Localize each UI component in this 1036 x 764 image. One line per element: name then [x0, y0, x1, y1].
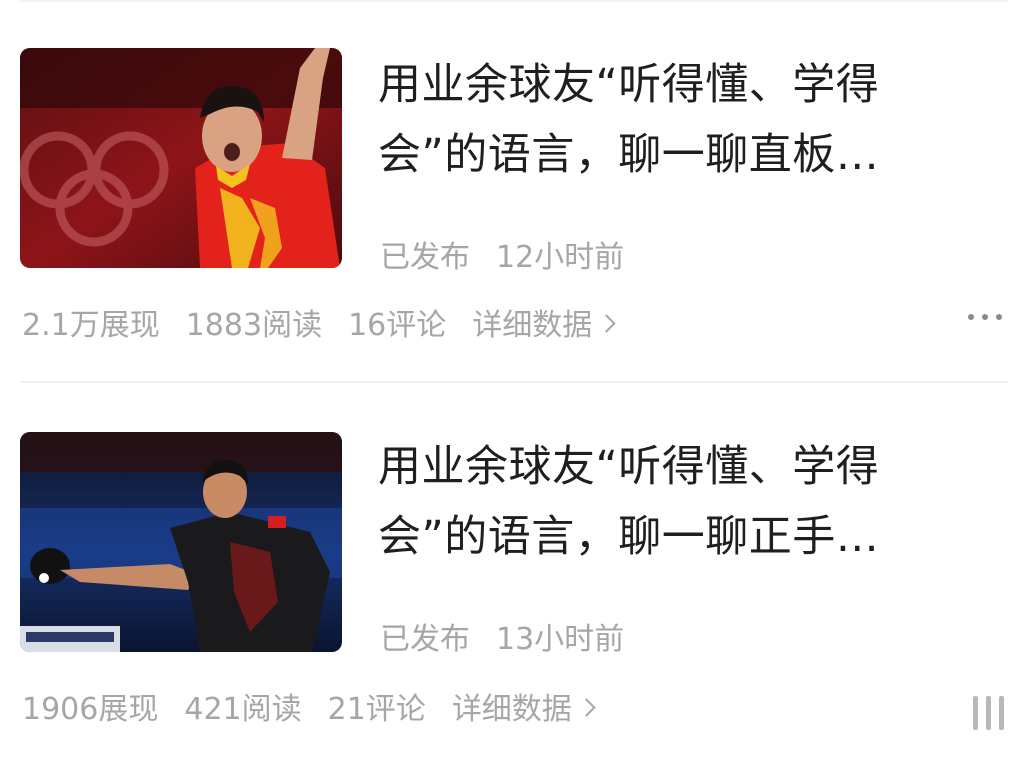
- details-link[interactable]: 详细数据: [451, 684, 596, 728]
- impressions-count: 1906展现: [22, 692, 159, 727]
- article-card[interactable]: 用业余球友“听得懂、学得 会”的语言，聊一聊正手… 已发布 13小时前 1906展…: [0, 384, 1036, 764]
- details-link-label: 详细数据: [451, 692, 572, 727]
- comments-count: 16评论: [348, 308, 447, 343]
- reads-count: 421阅读: [184, 692, 302, 727]
- article-stats: 2.1万展现 1883阅读 16评论 详细数据: [22, 300, 616, 344]
- article-title[interactable]: 用业余球友“听得懂、学得 会”的语言，聊一聊直板…: [378, 50, 978, 190]
- article-title-line: 用业余球友“听得懂、学得: [378, 442, 880, 492]
- publish-status-label: 已发布: [380, 622, 470, 657]
- reads-count: 1883阅读: [185, 308, 323, 343]
- article-thumbnail[interactable]: [20, 432, 342, 652]
- publish-status: 已发布 12小时前: [380, 232, 624, 276]
- details-link-label: 详细数据: [472, 308, 593, 343]
- chevron-right-icon: [577, 697, 596, 717]
- details-link[interactable]: 详细数据: [472, 300, 616, 344]
- article-title-line: 用业余球友“听得懂、学得: [378, 60, 880, 110]
- article-card[interactable]: 用业余球友“听得懂、学得 会”的语言，聊一聊直板… 已发布 12小时前 2.1万展…: [0, 0, 1036, 384]
- article-stats: 1906展现 421阅读 21评论 详细数据: [22, 684, 596, 728]
- impressions-count: 2.1万展现: [22, 308, 160, 343]
- more-dots-icon[interactable]: [968, 314, 1002, 320]
- publish-status-label: 已发布: [380, 240, 470, 275]
- article-title-line: 会”的语言，聊一聊直板…: [378, 130, 880, 180]
- publish-status: 已发布 13小时前: [380, 614, 624, 658]
- chevron-right-icon: [597, 313, 616, 333]
- article-thumbnail[interactable]: [20, 48, 342, 268]
- comments-count: 21评论: [327, 692, 426, 727]
- publish-time: 13小时前: [496, 622, 625, 657]
- article-title-line: 会”的语言，聊一聊正手…: [378, 512, 880, 562]
- scroll-handle-icon[interactable]: [973, 696, 1004, 730]
- publish-time: 12小时前: [496, 240, 625, 275]
- article-title[interactable]: 用业余球友“听得懂、学得 会”的语言，聊一聊正手…: [378, 432, 978, 572]
- card-divider: [20, 381, 1008, 383]
